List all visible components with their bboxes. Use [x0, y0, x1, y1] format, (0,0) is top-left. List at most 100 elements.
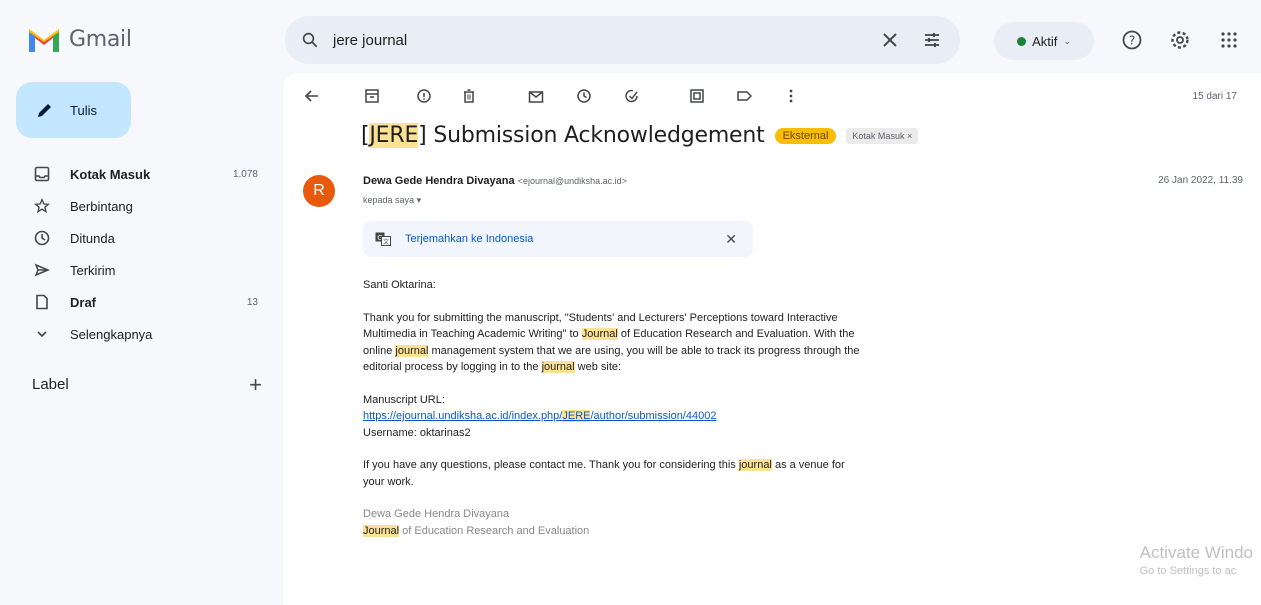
link-part: https://ejournal.undiksha.ac.id/index.ph… — [363, 410, 563, 422]
message-toolbar: 15 dari 17 — [283, 73, 1261, 121]
report-spam-icon[interactable] — [413, 85, 435, 107]
sidebar-item-snoozed[interactable]: Ditunda — [16, 222, 266, 254]
recipient-line[interactable]: kepada saya ▾ — [363, 195, 421, 206]
sidebar-item-drafts[interactable]: Draf 13 — [16, 286, 266, 318]
sender-avatar[interactable]: R — [303, 175, 335, 207]
email-date: 26 Jan 2022, 11.39 — [1158, 175, 1243, 186]
search-highlight: journal — [738, 459, 772, 471]
sender-line: Dewa Gede Hendra Divayana <ejournal@undi… — [363, 175, 627, 187]
link-part: /author/submission/44002 — [590, 410, 717, 422]
sidebar-item-inbox[interactable]: Kotak Masuk 1.078 — [16, 158, 266, 190]
snooze-clock-icon[interactable] — [573, 85, 595, 107]
back-arrow-icon[interactable] — [301, 85, 323, 107]
search-highlight: Journal — [363, 524, 400, 537]
star-icon — [32, 196, 52, 216]
sidebar-item-label: Terkirim — [70, 262, 116, 278]
compose-button[interactable]: Tulis — [16, 82, 131, 138]
recipient-text: kepada saya — [363, 195, 415, 205]
page-count: 15 dari 17 — [1192, 91, 1237, 102]
watermark-line-1: Activate Windo — [1139, 543, 1253, 562]
apps-grid-icon[interactable] — [1217, 28, 1241, 52]
url-label: Manuscript URL: — [363, 393, 445, 406]
clear-search-icon[interactable] — [878, 28, 902, 52]
clock-icon — [32, 228, 52, 248]
pencil-icon — [36, 101, 54, 119]
sidebar-item-label: Draf — [70, 294, 97, 310]
email-subject: [JERE] Submission Acknowledgement — [361, 123, 765, 148]
gmail-m-icon — [29, 29, 59, 52]
sidebar-item-label: Kotak Masuk — [70, 166, 151, 182]
message-panel: 15 dari 17 [JERE] Submission Acknowledge… — [283, 73, 1261, 605]
labels-heading: Label — [32, 376, 69, 393]
search-input[interactable]: jere journal — [333, 32, 860, 49]
add-task-icon[interactable] — [621, 85, 643, 107]
body-paragraph-1: Thank you for submitting the manuscript,… — [363, 310, 863, 376]
text-run: of Education Research and Evaluation — [399, 524, 590, 537]
translate-icon: G文 — [375, 232, 391, 246]
sidebar-item-label: Ditunda — [70, 230, 115, 246]
draft-file-icon — [32, 292, 52, 312]
help-icon[interactable]: ? — [1120, 28, 1144, 52]
watermark-line-2: Go to Settings to ac — [1139, 565, 1237, 577]
settings-gear-icon[interactable] — [1168, 28, 1192, 52]
subject-text: Submission Acknowledgement — [433, 123, 765, 148]
subject-tag: JERE — [369, 123, 419, 148]
move-to-icon[interactable] — [686, 85, 708, 107]
svg-text:?: ? — [1129, 34, 1135, 48]
inbox-label-chip[interactable]: Kotak Masuk × — [846, 127, 919, 144]
search-highlight: journal — [541, 361, 575, 373]
greeting: Santi Oktarina: — [363, 279, 436, 291]
search-highlight: journal — [395, 344, 429, 357]
signature-name: Dewa Gede Hendra Divayana — [363, 508, 510, 520]
chevron-down-icon — [32, 324, 52, 344]
sender-name[interactable]: Dewa Gede Hendra Divayana — [363, 175, 515, 187]
text-run: web site: — [574, 361, 622, 373]
mark-unread-icon[interactable] — [525, 85, 547, 107]
sender-email: <ejournal@undiksha.ac.id> — [517, 176, 627, 186]
add-label-icon[interactable]: + — [249, 374, 262, 396]
inbox-icon — [32, 164, 52, 184]
search-bar[interactable]: jere journal — [285, 16, 960, 64]
labels-section: Label + — [32, 374, 262, 396]
subject-row: [JERE] Submission Acknowledgement Ekster… — [361, 123, 919, 148]
search-options-icon[interactable] — [920, 28, 944, 52]
delete-trash-icon[interactable] — [458, 85, 480, 107]
status-button[interactable]: Aktif ⌄ — [994, 22, 1094, 60]
translate-bar: G文 Terjemahkan ke Indonesia ✕ — [363, 221, 753, 257]
active-status-dot — [1017, 36, 1027, 46]
sidebar-item-label: Selengkapnya — [70, 326, 153, 342]
translate-link[interactable]: Terjemahkan ke Indonesia — [405, 233, 533, 245]
sidebar-item-label: Berbintang — [70, 198, 133, 214]
external-badge: Eksternal — [774, 127, 837, 144]
close-translate-icon[interactable]: ✕ — [725, 231, 737, 248]
sidebar-item-sent[interactable]: Terkirim — [16, 254, 266, 286]
send-icon — [32, 260, 52, 280]
body-paragraph-2: Manuscript URL: https://ejournal.undiksh… — [363, 392, 863, 442]
more-vert-icon[interactable] — [780, 85, 802, 107]
compose-label: Tulis — [70, 102, 97, 118]
username-line: Username: oktarinas2 — [363, 426, 471, 439]
email-body: Santi Oktarina: Thank you for submitting… — [363, 277, 863, 539]
label-tag-icon[interactable] — [733, 85, 755, 107]
gmail-logo[interactable]: Gmail — [27, 26, 132, 52]
search-icon[interactable] — [301, 31, 319, 49]
inbox-count: 1.078 — [232, 168, 258, 180]
chevron-down-icon: ⌄ — [1063, 35, 1071, 46]
manuscript-link[interactable]: https://ejournal.undiksha.ac.id/index.ph… — [363, 410, 716, 422]
body-paragraph-3: If you have any questions, please contac… — [363, 457, 863, 490]
status-label: Aktif — [1032, 33, 1058, 49]
search-highlight: Journal — [581, 328, 618, 340]
sidebar-nav: Kotak Masuk 1.078 Berbintang Ditunda Ter… — [16, 158, 266, 350]
svg-text:文: 文 — [383, 238, 389, 246]
sidebar-item-more[interactable]: Selengkapnya — [16, 318, 266, 350]
drafts-count: 13 — [246, 296, 258, 308]
search-highlight: JERE — [562, 410, 591, 422]
archive-icon[interactable] — [361, 85, 383, 107]
sidebar-item-starred[interactable]: Berbintang — [16, 190, 266, 222]
signature: Dewa Gede Hendra Divayana Journal of Edu… — [363, 506, 863, 539]
app-name: Gmail — [69, 26, 132, 52]
signature-journal: Journal of Education Research and Evalua… — [363, 523, 863, 540]
windows-activation-watermark: Activate Windo Go to Settings to ac — [1140, 543, 1253, 577]
text-run: If you have any questions, please contac… — [363, 459, 739, 471]
caret-down-icon: ▾ — [416, 195, 422, 205]
